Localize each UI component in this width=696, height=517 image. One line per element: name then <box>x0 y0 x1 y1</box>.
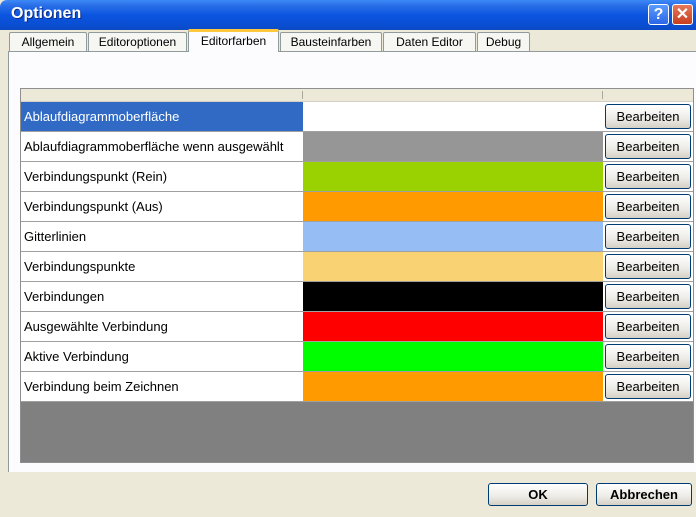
color-row[interactable]: Ausgewählte Verbindung Bearbeiten <box>21 312 693 342</box>
button-cell: Bearbeiten <box>603 102 693 132</box>
color-swatch <box>303 342 603 372</box>
edit-color-button[interactable]: Bearbeiten <box>605 344 691 369</box>
tab-editoroptionen[interactable]: Editoroptionen <box>88 32 187 51</box>
cancel-button[interactable]: Abbrechen <box>596 483 692 506</box>
color-row-label[interactable]: Verbindungspunkt (Aus) <box>21 192 306 222</box>
button-cell: Bearbeiten <box>603 192 693 222</box>
color-swatch <box>303 312 603 342</box>
ok-button[interactable]: OK <box>488 483 588 506</box>
close-button[interactable]: ✕ <box>672 4 693 25</box>
color-swatch <box>303 372 603 402</box>
tab-daten-editor[interactable]: Daten Editor <box>383 32 476 51</box>
button-cell: Bearbeiten <box>603 252 693 282</box>
edit-color-button[interactable]: Bearbeiten <box>605 164 691 189</box>
edit-color-button[interactable]: Bearbeiten <box>605 254 691 279</box>
color-row-label[interactable]: Ausgewählte Verbindung <box>21 312 306 342</box>
color-swatch <box>303 162 603 192</box>
color-row[interactable]: Verbindungspunkte Bearbeiten <box>21 252 693 282</box>
tab-bausteinfarben[interactable]: Bausteinfarben <box>280 32 382 51</box>
window-title: Optionen <box>11 5 82 22</box>
color-grid[interactable]: Ablaufdiagrammoberfläche Bearbeiten Ablauf… <box>20 88 694 463</box>
button-cell: Bearbeiten <box>603 342 693 372</box>
color-row-label[interactable]: Verbindungen <box>21 282 306 312</box>
grid-header <box>21 89 693 102</box>
button-cell: Bearbeiten <box>603 282 693 312</box>
color-row[interactable]: Verbindungspunkt (Rein) Bearbeiten <box>21 162 693 192</box>
color-row-label[interactable]: Verbindung beim Zeichnen <box>21 372 306 402</box>
header-divider[interactable] <box>602 91 603 99</box>
header-divider[interactable] <box>302 91 303 99</box>
edit-color-button[interactable]: Bearbeiten <box>605 284 691 309</box>
tab-debug[interactable]: Debug <box>477 32 530 51</box>
edit-color-button[interactable]: Bearbeiten <box>605 134 691 159</box>
color-row-label[interactable]: Ablaufdiagrammoberfläche <box>21 102 306 132</box>
button-cell: Bearbeiten <box>603 132 693 162</box>
color-swatch <box>303 282 603 312</box>
button-cell: Bearbeiten <box>603 162 693 192</box>
color-swatch <box>303 132 603 162</box>
tab-strip-line <box>8 51 696 52</box>
color-swatch <box>303 102 603 132</box>
button-cell: Bearbeiten <box>603 312 693 342</box>
color-row[interactable]: Verbindung beim Zeichnen Bearbeiten <box>21 372 693 402</box>
color-row-label[interactable]: Aktive Verbindung <box>21 342 306 372</box>
button-cell: Bearbeiten <box>603 372 693 402</box>
help-button[interactable]: ? <box>648 4 669 25</box>
tab-editorfarben[interactable]: Editorfarben <box>188 29 279 52</box>
options-dialog: Optionen ? ✕ Allgemein Editoroptionen Ed… <box>0 0 696 517</box>
color-row[interactable]: Aktive Verbindung Bearbeiten <box>21 342 693 372</box>
color-swatch <box>303 222 603 252</box>
color-row-label[interactable]: Ablaufdiagrammoberfläche wenn ausgewählt <box>21 132 306 162</box>
edit-color-button[interactable]: Bearbeiten <box>605 314 691 339</box>
color-row[interactable]: Ablaufdiagrammoberfläche wenn ausgewählt… <box>21 132 693 162</box>
color-row[interactable]: Gitterlinien Bearbeiten <box>21 222 693 252</box>
color-row-label[interactable]: Verbindungspunkt (Rein) <box>21 162 306 192</box>
color-row[interactable]: Ablaufdiagrammoberfläche Bearbeiten <box>21 102 693 132</box>
color-swatch <box>303 252 603 282</box>
color-row-label[interactable]: Verbindungspunkte <box>21 252 306 282</box>
title-bar[interactable]: Optionen ? ✕ <box>0 0 696 30</box>
edit-color-button[interactable]: Bearbeiten <box>605 224 691 249</box>
color-swatch <box>303 192 603 222</box>
edit-color-button[interactable]: Bearbeiten <box>605 104 691 129</box>
button-cell: Bearbeiten <box>603 222 693 252</box>
edit-color-button[interactable]: Bearbeiten <box>605 374 691 399</box>
color-row[interactable]: Verbindungen Bearbeiten <box>21 282 693 312</box>
edit-color-button[interactable]: Bearbeiten <box>605 194 691 219</box>
tab-allgemein[interactable]: Allgemein <box>9 32 87 51</box>
color-row-label[interactable]: Gitterlinien <box>21 222 306 252</box>
color-row[interactable]: Verbindungspunkt (Aus) Bearbeiten <box>21 192 693 222</box>
